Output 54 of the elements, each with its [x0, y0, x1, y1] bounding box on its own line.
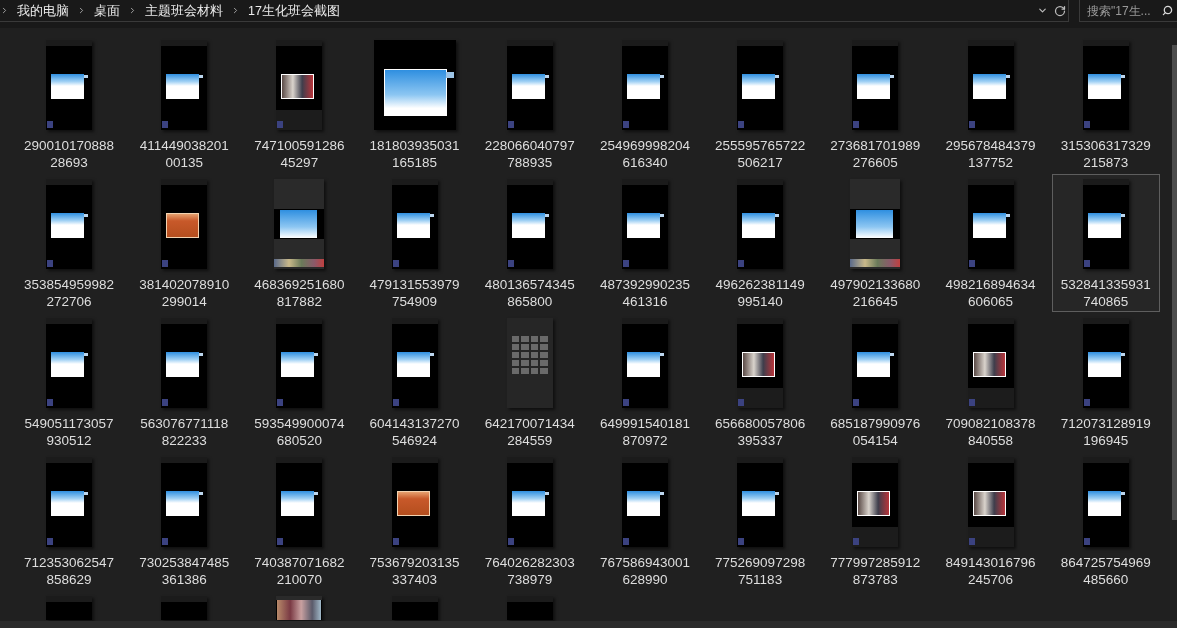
chevron-icon[interactable] [77, 6, 86, 15]
file-item[interactable]: 315306317329215873 [1051, 35, 1160, 173]
file-item[interactable]: 730253847485361386 [130, 452, 239, 590]
file-item[interactable]: 642170071434284559 [475, 313, 584, 451]
file-item[interactable]: 712353062547858629 [15, 452, 123, 590]
file-item[interactable]: 649991540181870972 [590, 313, 699, 451]
chevron-icon[interactable] [231, 6, 240, 15]
file-item[interactable]: 228066040797788935 [475, 35, 584, 173]
file-item[interactable]: 181803935031165185 [360, 35, 469, 173]
file-item[interactable]: 777997285912873783 [821, 452, 930, 590]
file-item[interactable]: 273681701989276605 [821, 35, 930, 173]
file-item[interactable]: 709082108378840558 [936, 313, 1045, 451]
file-item[interactable]: 740387071682210070 [245, 452, 354, 590]
chevron-icon[interactable] [0, 6, 9, 15]
file-item[interactable]: 353854959982272706 [15, 174, 123, 312]
file-item[interactable]: 487392990235461316 [590, 174, 699, 312]
file-item[interactable]: 254969998204616340 [590, 35, 699, 173]
file-item[interactable]: 381402078910299014 [130, 174, 239, 312]
chevron-down-icon[interactable] [1037, 5, 1048, 16]
file-item[interactable]: 29001017088828693 [15, 35, 123, 173]
file-item[interactable]: 685187990976054154 [821, 313, 930, 451]
file-item[interactable]: 775269097298751183 [706, 452, 815, 590]
file-item[interactable]: 255595765722506217 [706, 35, 815, 173]
file-item[interactable]: 864725754969485660 [1051, 452, 1160, 590]
file-item[interactable]: 849143016796245706 [936, 452, 1045, 590]
search-icon[interactable] [1162, 5, 1173, 16]
file-item[interactable]: 496262381149995140 [706, 174, 815, 312]
file-item[interactable]: 767586943001628990 [590, 452, 699, 590]
file-item[interactable]: 656680057806395337 [706, 313, 815, 451]
breadcrumb-item[interactable]: 17生化班会截图 [245, 2, 343, 19]
file-item[interactable]: 479131553979754909 [360, 174, 469, 312]
breadcrumb-item[interactable]: 我的电脑 [14, 2, 72, 19]
file-item[interactable]: 549051173057930512 [15, 313, 123, 451]
breadcrumb-item[interactable]: 桌面 [91, 2, 123, 19]
file-item[interactable]: 532841335931740865 [1051, 174, 1160, 312]
file-item[interactable]: 563076771118822233 [130, 313, 239, 451]
file-item[interactable]: 497902133680216645 [821, 174, 930, 312]
scrollbar-thumb[interactable] [1172, 45, 1177, 520]
file-item[interactable]: 604143137270546924 [360, 313, 469, 451]
file-item[interactable]: 480136574345865800 [475, 174, 584, 312]
file-item[interactable]: 712073128919196945 [1051, 313, 1160, 451]
search-field[interactable]: 搜索"17生... [1079, 0, 1177, 22]
breadcrumb-item[interactable]: 主题班会材料 [142, 2, 226, 19]
refresh-icon[interactable] [1054, 4, 1066, 17]
file-item[interactable]: 468369251680817882 [245, 174, 354, 312]
file-item[interactable]: 74710059128645297 [245, 35, 354, 173]
file-item[interactable]: 41144903820100135 [130, 35, 239, 173]
chevron-icon[interactable] [128, 6, 137, 15]
file-item[interactable]: 593549900074680520 [245, 313, 354, 451]
address-bar[interactable]: 我的电脑 桌面 主题班会材料 17生化班会截图 [0, 0, 1069, 22]
file-item[interactable]: 764026282303738979 [475, 452, 584, 590]
file-item[interactable]: 295678484379137752 [936, 35, 1045, 173]
file-item[interactable]: 753679203135337403 [360, 452, 469, 590]
file-item[interactable]: 498216894634606065 [936, 174, 1045, 312]
